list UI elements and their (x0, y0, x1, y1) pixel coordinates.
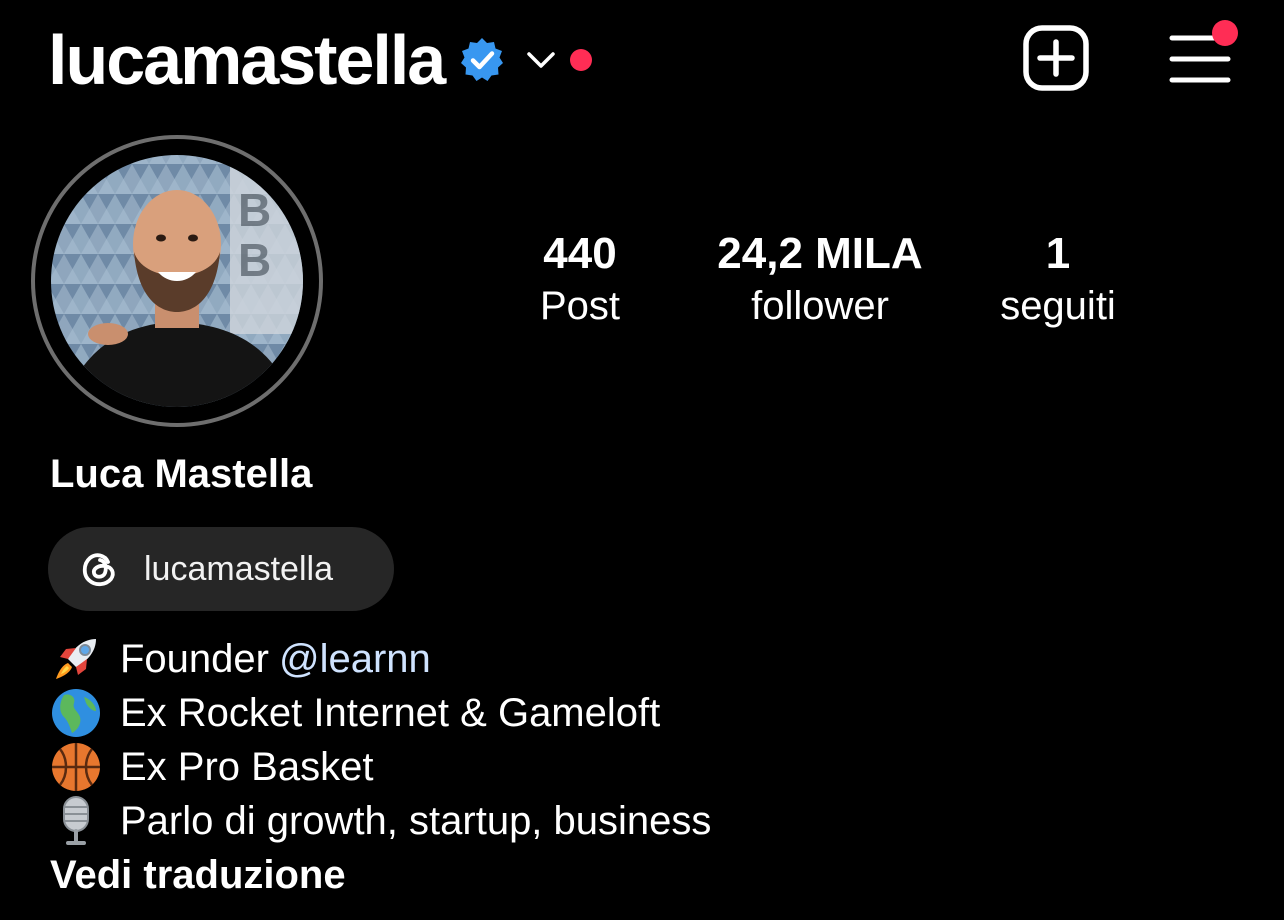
bio-line: Ex Pro Basket (48, 740, 948, 794)
chevron-down-icon[interactable] (526, 49, 556, 71)
threads-badge-button[interactable]: lucamastella (48, 527, 394, 611)
basketball-icon (48, 741, 104, 793)
svg-text:B: B (238, 234, 271, 286)
microphone-icon (48, 795, 104, 847)
mention-link[interactable]: @learnn (279, 637, 431, 682)
bio-text: Ex Pro Basket (120, 744, 374, 789)
following-count: 1 (1045, 229, 1071, 278)
profile-header: lucamastella (0, 0, 1284, 120)
menu-notification-dot (1212, 20, 1238, 46)
bio-text: Ex Rocket Internet & Gameloft (120, 690, 661, 735)
posts-count: 440 (543, 229, 617, 278)
threads-icon (82, 553, 115, 587)
followers-label: follower (751, 284, 889, 328)
followers-count: 24,2 MILA (717, 229, 923, 278)
bio-line: Founder @learnn (48, 632, 948, 686)
verified-badge-icon (461, 38, 504, 81)
account-switcher[interactable]: lucamastella (48, 18, 593, 102)
notification-dot (570, 49, 593, 71)
rocket-icon (48, 633, 104, 685)
bio-line: Ex Rocket Internet & Gameloft (48, 686, 948, 740)
stat-posts[interactable]: 440 Post (500, 228, 660, 332)
globe-icon (48, 687, 104, 739)
profile-bio: Founder @learnn Ex Rocket Internet & Gam… (48, 632, 948, 848)
username[interactable]: lucamastella (48, 18, 446, 102)
see-translation-link[interactable]: Vedi traduzione (50, 850, 346, 900)
profile-avatar[interactable]: B B (30, 134, 324, 428)
stat-following[interactable]: 1 seguiti (968, 228, 1148, 332)
plus-square-icon[interactable] (1022, 24, 1090, 92)
posts-label: Post (539, 284, 621, 328)
following-label: seguiti (1000, 284, 1116, 328)
stat-followers[interactable]: 24,2 MILA follower (690, 228, 950, 332)
bio-line: Parlo di growth, startup, business (48, 794, 948, 848)
svg-text:B: B (238, 184, 271, 236)
profile-full-name: Luca Mastella (50, 452, 313, 496)
threads-handle: lucamastella (144, 550, 333, 588)
bio-text: Founder (120, 636, 269, 681)
bio-text: Parlo di growth, startup, business (120, 798, 712, 843)
